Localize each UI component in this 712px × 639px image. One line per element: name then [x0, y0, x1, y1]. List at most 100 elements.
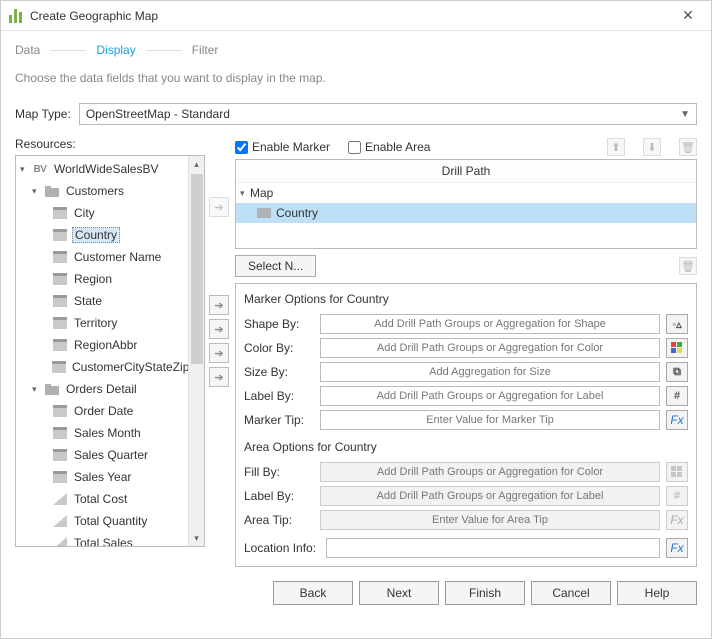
- chevron-down-icon: ▼: [680, 109, 690, 120]
- shape-picker-button[interactable]: ◦▵: [666, 314, 688, 334]
- map-type-select[interactable]: OpenStreetMap - Standard ▼: [79, 103, 697, 125]
- tree-item[interactable]: Order Date: [72, 404, 135, 418]
- map-type-label: Map Type:: [15, 107, 71, 121]
- field-icon: [52, 470, 68, 484]
- color-by-label: Color By:: [244, 341, 314, 355]
- enable-area-label: Enable Area: [365, 140, 430, 154]
- field-icon: [52, 316, 68, 330]
- enable-area-input[interactable]: [348, 141, 361, 154]
- area-label-by-input: Add Drill Path Groups or Aggregation for…: [320, 486, 660, 506]
- label-by-input[interactable]: Add Drill Path Groups or Aggregation for…: [320, 386, 660, 406]
- resources-tree[interactable]: ▾ BV WorldWideSalesBV ▾ Customers City C…: [16, 156, 188, 546]
- add-to-shape-button[interactable]: ➔: [209, 295, 229, 315]
- marker-tip-fx-button[interactable]: Fx: [666, 410, 688, 430]
- tree-group-customers[interactable]: Customers: [64, 184, 126, 198]
- scroll-up-icon[interactable]: ▴: [189, 156, 204, 172]
- cancel-button[interactable]: Cancel: [531, 581, 611, 605]
- tree-group-orders[interactable]: Orders Detail: [64, 382, 139, 396]
- field-icon: [52, 448, 68, 462]
- label-format-button[interactable]: #: [666, 386, 688, 406]
- help-button[interactable]: Help: [617, 581, 697, 605]
- next-button[interactable]: Next: [359, 581, 439, 605]
- field-icon: [52, 250, 68, 264]
- tree-item[interactable]: RegionAbbr: [72, 338, 139, 352]
- delete-drill-button[interactable]: 🗑: [679, 257, 697, 275]
- field-icon: [52, 272, 68, 286]
- map-type-value: OpenStreetMap - Standard: [86, 107, 230, 121]
- drill-root[interactable]: Map: [250, 186, 273, 200]
- add-to-size-button[interactable]: ➔: [209, 343, 229, 363]
- drill-path-list[interactable]: Drill Path ▾ Map Country: [235, 159, 697, 249]
- color-picker-button[interactable]: [666, 338, 688, 358]
- scroll-thumb[interactable]: [191, 174, 203, 364]
- tree-scrollbar[interactable]: ▴ ▾: [188, 156, 204, 546]
- expander-icon[interactable]: ▾: [32, 186, 42, 197]
- folder-icon: [44, 184, 60, 198]
- select-n-button[interactable]: Select N...: [235, 255, 316, 277]
- field-icon: [52, 294, 68, 308]
- delete-button[interactable]: 🗑: [679, 138, 697, 156]
- step-data[interactable]: Data: [15, 43, 40, 57]
- tree-item[interactable]: State: [72, 294, 104, 308]
- tree-item[interactable]: Total Sales: [72, 536, 135, 546]
- location-info-input[interactable]: [326, 538, 660, 558]
- area-tip-input: Enter Value for Area Tip: [320, 510, 660, 530]
- enable-area-checkbox[interactable]: Enable Area: [348, 140, 430, 154]
- add-to-label-button[interactable]: ➔: [209, 367, 229, 387]
- area-tip-fx-button: Fx: [666, 510, 688, 530]
- field-icon: [52, 228, 68, 242]
- tree-item[interactable]: Sales Year: [72, 470, 133, 484]
- numeric-field-icon: [52, 492, 68, 506]
- tree-item[interactable]: CustomerCityStateZip: [70, 360, 188, 374]
- scroll-down-icon[interactable]: ▾: [189, 530, 204, 546]
- drill-path-header: Drill Path: [236, 160, 696, 183]
- close-button[interactable]: ✕: [673, 1, 703, 31]
- back-button[interactable]: Back: [273, 581, 353, 605]
- enable-marker-input[interactable]: [235, 141, 248, 154]
- expander-icon[interactable]: ▾: [32, 384, 42, 395]
- step-filter[interactable]: Filter: [192, 43, 219, 57]
- tree-item[interactable]: City: [72, 206, 97, 220]
- numeric-field-icon: [52, 536, 68, 546]
- fill-color-button: [666, 462, 688, 482]
- size-by-input[interactable]: Add Aggregation for Size: [320, 362, 660, 382]
- marker-tip-input[interactable]: Enter Value for Marker Tip: [320, 410, 660, 430]
- enable-marker-checkbox[interactable]: Enable Marker: [235, 140, 330, 154]
- location-info-fx-button[interactable]: Fx: [666, 538, 688, 558]
- resources-label: Resources:: [15, 137, 205, 151]
- add-to-color-button[interactable]: ➔: [209, 319, 229, 339]
- step-separator: [146, 50, 182, 51]
- add-to-drill-button[interactable]: ➔: [209, 197, 229, 217]
- move-up-button[interactable]: ⬆: [607, 138, 625, 156]
- tree-item-selected[interactable]: Country: [72, 227, 120, 243]
- fill-by-input: Add Drill Path Groups or Aggregation for…: [320, 462, 660, 482]
- tree-item[interactable]: Customer Name: [72, 250, 163, 264]
- expander-icon[interactable]: ▾: [20, 164, 30, 175]
- tree-item[interactable]: Sales Quarter: [72, 448, 150, 462]
- tree-root[interactable]: WorldWideSalesBV: [52, 162, 160, 176]
- location-info-label: Location Info:: [244, 541, 320, 555]
- area-label-format-button: #: [666, 486, 688, 506]
- shape-by-label: Shape By:: [244, 317, 314, 331]
- tree-item[interactable]: Total Quantity: [72, 514, 149, 528]
- app-icon: [9, 9, 22, 23]
- marker-options-title: Marker Options for Country: [244, 292, 688, 306]
- color-by-input[interactable]: Add Drill Path Groups or Aggregation for…: [320, 338, 660, 358]
- tree-item[interactable]: Total Cost: [72, 492, 129, 506]
- folder-icon: [44, 382, 60, 396]
- tree-item[interactable]: Sales Month: [72, 426, 143, 440]
- shape-by-input[interactable]: Add Drill Path Groups or Aggregation for…: [320, 314, 660, 334]
- size-picker-button[interactable]: ⧉: [666, 362, 688, 382]
- expander-icon[interactable]: ▾: [240, 188, 250, 199]
- field-icon: [52, 338, 68, 352]
- drill-item-country[interactable]: Country: [276, 206, 318, 220]
- tree-item[interactable]: Territory: [72, 316, 119, 330]
- enable-marker-label: Enable Marker: [252, 140, 330, 154]
- move-down-button[interactable]: ⬇: [643, 138, 661, 156]
- field-icon: [52, 426, 68, 440]
- page-subtitle: Choose the data fields that you want to …: [1, 61, 711, 103]
- finish-button[interactable]: Finish: [445, 581, 525, 605]
- step-display[interactable]: Display: [96, 43, 135, 57]
- tree-item[interactable]: Region: [72, 272, 114, 286]
- numeric-field-icon: [52, 514, 68, 528]
